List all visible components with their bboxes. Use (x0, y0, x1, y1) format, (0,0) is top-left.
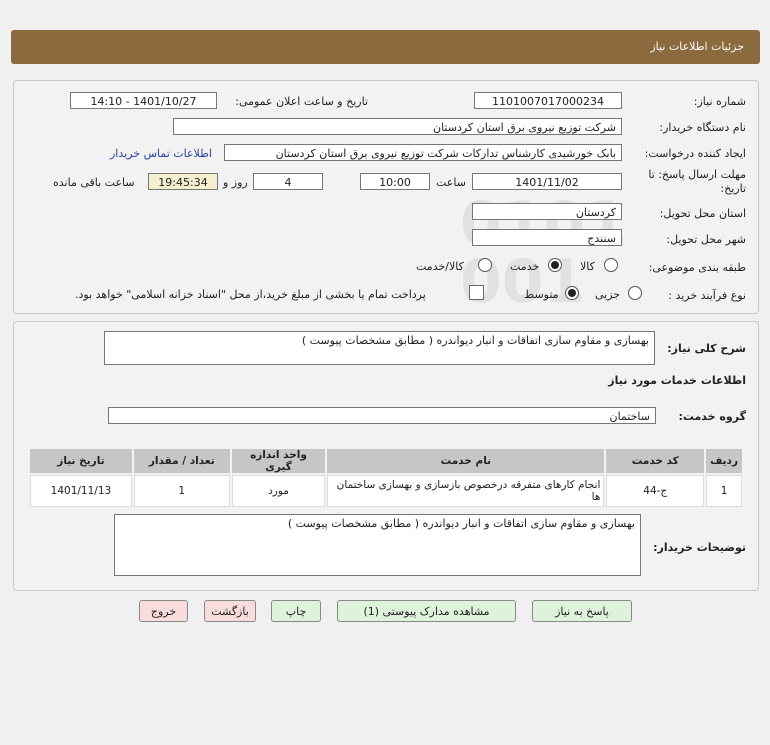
buyer-contact-link[interactable]: اطلاعات تماس خریدار (110, 147, 212, 160)
table-row: 1 ج-44 انجام کارهای متفرقه درخصوص بازساز… (30, 475, 742, 507)
services-table: ردیف کد خدمت نام خدمت واحد اندازه گیری ت… (28, 447, 744, 509)
summary-label: شرح کلی نیاز: (667, 342, 746, 355)
reply-button[interactable]: پاسخ به نیاز (532, 600, 632, 622)
service-group-field: ساختمان (108, 407, 656, 424)
announce-datetime-label: تاریخ و ساعت اعلان عمومی: (235, 95, 368, 108)
remaining-time-field: 19:45:34 (148, 173, 218, 190)
col-row: ردیف (706, 449, 742, 473)
category-radio-service[interactable] (548, 258, 562, 272)
deadline-time-field: 10:00 (360, 173, 430, 190)
announce-datetime-field: 1401/10/27 - 14:10 (70, 92, 217, 109)
exit-button[interactable]: خروج (139, 600, 188, 622)
process-option-medium: متوسط (524, 288, 559, 301)
col-quantity: تعداد / مقدار (133, 449, 230, 473)
remaining-time-label: ساعت باقی مانده (53, 176, 135, 189)
services-heading: اطلاعات خدمات مورد نیاز (608, 374, 746, 387)
buyer-org-label: نام دستگاه خریدار: (659, 121, 746, 134)
cell-unit: مورد (231, 475, 326, 507)
days-label: روز و (223, 176, 248, 189)
table-header-row: ردیف کد خدمت نام خدمت واحد اندازه گیری ت… (30, 449, 742, 473)
category-radio-goods-service[interactable] (478, 258, 492, 272)
category-option-service: خدمت (510, 260, 540, 273)
province-field: کردستان (472, 203, 622, 220)
deadline-time-label: ساعت (436, 176, 466, 189)
buyer-org-field: شرکت توزیع نیروی برق استان کردستان (173, 118, 622, 135)
page-title-bar: جزئیات اطلاعات نیاز (11, 30, 760, 64)
col-need-date: تاریخ نیاز (30, 449, 132, 473)
need-number-field: 1101007017000234 (474, 92, 622, 109)
city-field: سنندج (472, 229, 622, 246)
treasury-payment-note: پرداخت تمام یا بخشی از مبلغ خرید،از محل … (75, 288, 426, 301)
creator-field: بابک خورشیدی کارشناس تدارکات شرکت توزیع … (224, 144, 622, 161)
category-option-goods: کالا (580, 260, 595, 273)
cell-quantity: 1 (133, 475, 230, 507)
cell-service-code: ج-44 (606, 475, 705, 507)
need-number-label: شماره نیاز: (693, 95, 746, 108)
treasury-payment-checkbox[interactable] (469, 285, 484, 300)
process-option-minor: جزیی (595, 288, 621, 301)
deadline-date-field: 1401/11/02 (472, 173, 622, 190)
buyer-notes-label: توضیحات خریدار: (653, 541, 746, 554)
back-button[interactable]: بازگشت (204, 600, 256, 622)
deadline-label: مهلت ارسال پاسخ: تا (648, 168, 746, 181)
category-option-goods-service: کالا/خدمت (416, 260, 464, 273)
service-group-label: گروه خدمت: (678, 410, 746, 423)
buyer-notes-field: بهسازی و مقاوم سازی اتفاقات و انبار دیوا… (114, 514, 641, 576)
summary-field: بهسازی و مقاوم سازی اتفاقات و انبار دیوا… (104, 331, 655, 365)
cell-service-name: انجام کارهای متفرقه درخصوص بازسازی و بهس… (327, 475, 605, 507)
print-button[interactable]: چاپ (271, 600, 321, 622)
city-label: شهر محل تحویل: (666, 233, 746, 246)
province-label: استان محل تحویل: (659, 207, 746, 220)
process-radio-minor[interactable] (628, 286, 642, 300)
creator-label: ایجاد کننده درخواست: (644, 147, 746, 160)
process-type-label: نوع فرآیند خرید : (668, 289, 746, 302)
col-unit: واحد اندازه گیری (231, 449, 326, 473)
view-attachments-button[interactable]: مشاهده مدارک پیوستی (1) (337, 600, 516, 622)
days-remaining-field: 4 (253, 173, 323, 190)
need-info-panel (13, 80, 759, 314)
page-title: جزئیات اطلاعات نیاز (650, 40, 744, 53)
cell-need-date: 1401/11/13 (30, 475, 132, 507)
process-radio-medium[interactable] (565, 286, 579, 300)
category-label: طبقه بندی موضوعی: (648, 261, 746, 274)
col-service-code: کد خدمت (606, 449, 705, 473)
category-radio-goods[interactable] (604, 258, 618, 272)
col-service-name: نام خدمت (327, 449, 605, 473)
deadline-date-label: تاریخ: (720, 182, 746, 195)
cell-row: 1 (706, 475, 742, 507)
